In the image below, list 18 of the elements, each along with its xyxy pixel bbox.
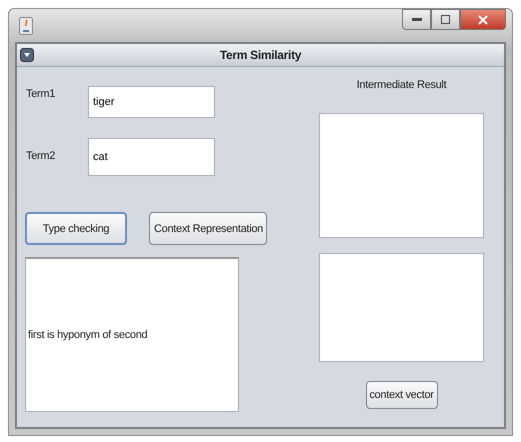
action-button[interactable]: Context Representation (149, 212, 267, 245)
maximize-icon (441, 15, 450, 24)
minimize-button[interactable] (402, 9, 431, 30)
close-button[interactable] (460, 9, 506, 30)
close-icon (478, 14, 488, 24)
input-field[interactable]: cat (88, 138, 215, 176)
action-button[interactable]: Type checking (25, 212, 127, 245)
menu-icon[interactable] (20, 48, 34, 62)
minimize-icon (412, 18, 422, 22)
input-field[interactable]: tiger (88, 86, 215, 118)
maximize-button[interactable] (431, 9, 460, 30)
field-label: Term2 (26, 150, 56, 162)
field-label: Term1 (26, 88, 56, 100)
window-title: Term Similarity (220, 48, 302, 62)
app-icon (19, 16, 33, 34)
section-title: Intermediate Result (356, 79, 446, 91)
result-text: first is hyponym of second (28, 329, 148, 341)
context-vector-button[interactable]: context vector (366, 381, 438, 409)
